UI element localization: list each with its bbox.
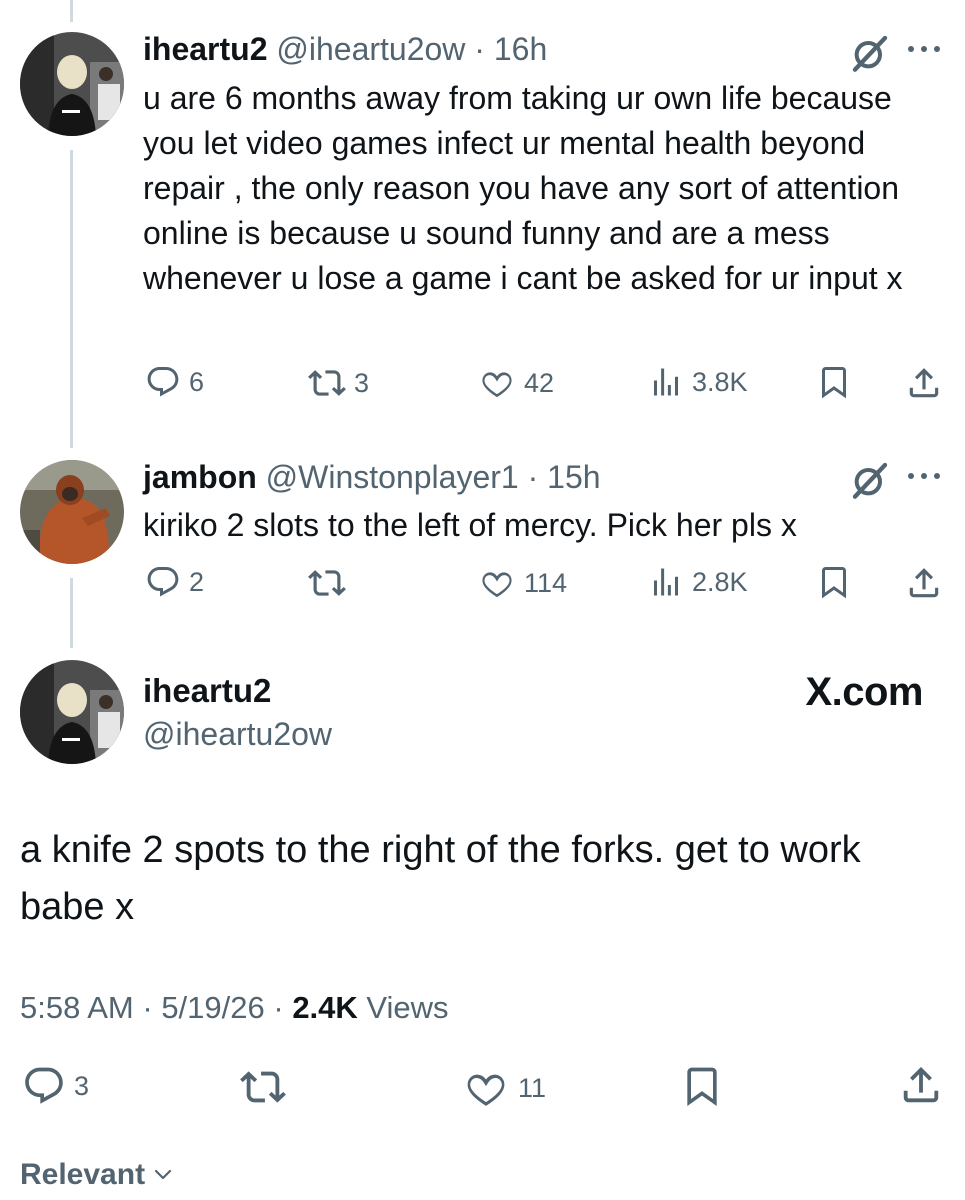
views-label: Views xyxy=(366,990,449,1025)
bookmark-button[interactable] xyxy=(680,1064,724,1108)
views-button[interactable]: 3.8K xyxy=(648,364,748,400)
separator-dot: · xyxy=(264,990,293,1025)
display-name[interactable]: iheartu2 xyxy=(143,672,271,710)
like-button[interactable]: 114 xyxy=(478,564,567,602)
reply-icon xyxy=(145,364,181,400)
thread-line-top xyxy=(70,0,73,22)
like-button[interactable]: 11 xyxy=(462,1064,546,1112)
bookmark-button[interactable] xyxy=(816,564,852,600)
bookmark-icon xyxy=(816,364,852,400)
repost-button[interactable]: 3 xyxy=(308,364,369,402)
more-icon[interactable] xyxy=(906,470,942,482)
views-button[interactable]: 2.8K xyxy=(648,564,748,600)
repost-button[interactable] xyxy=(240,1064,286,1110)
reply-count: 6 xyxy=(189,366,205,397)
views-count: 2.8K xyxy=(692,566,748,597)
brand-logo: X.com xyxy=(805,670,923,714)
post-time[interactable]: 5:58 AM xyxy=(20,990,134,1025)
separator-dot: · xyxy=(465,31,494,67)
like-count: 11 xyxy=(518,1072,547,1103)
thread-line-2 xyxy=(70,578,73,648)
grok-icon[interactable] xyxy=(850,460,890,500)
heart-icon xyxy=(478,364,516,402)
reply-header: iheartu2 @iheartu2ow · 16h xyxy=(143,30,547,68)
bookmark-icon xyxy=(816,564,852,600)
avatar[interactable] xyxy=(20,32,124,136)
share-button[interactable] xyxy=(905,564,943,602)
timestamp[interactable]: 16h xyxy=(494,31,547,67)
reply-count: 2 xyxy=(189,566,205,597)
repost-button[interactable] xyxy=(308,564,354,602)
share-button[interactable] xyxy=(898,1062,944,1108)
display-name[interactable]: iheartu2 xyxy=(143,31,267,67)
thread-line-1 xyxy=(70,150,73,448)
user-handle[interactable]: @Winstonplayer1 xyxy=(266,459,519,495)
display-name[interactable]: jambon xyxy=(143,459,257,495)
post-date[interactable]: 5/19/26 xyxy=(161,990,264,1025)
like-count: 114 xyxy=(524,567,568,598)
like-count: 42 xyxy=(524,367,555,398)
share-icon xyxy=(905,364,943,402)
reply-icon xyxy=(145,564,181,600)
reply-count: 3 xyxy=(74,1070,90,1101)
post-meta: 5:58 AM · 5/19/26 · 2.4K Views xyxy=(20,990,449,1026)
repost-icon xyxy=(308,564,346,602)
avatar[interactable] xyxy=(20,460,124,564)
sort-replies-dropdown[interactable]: Relevant xyxy=(20,1158,173,1192)
post-text: u are 6 months away from taking ur own l… xyxy=(143,80,903,296)
separator-dot: · xyxy=(133,990,162,1025)
chevron-down-icon xyxy=(154,1169,172,1180)
views-icon xyxy=(648,364,684,400)
avatar[interactable] xyxy=(20,660,124,764)
bookmark-button[interactable] xyxy=(816,364,852,400)
grok-icon[interactable] xyxy=(850,33,890,73)
share-button[interactable] xyxy=(905,364,943,402)
post-text: kiriko 2 slots to the left of mercy. Pic… xyxy=(143,507,797,543)
views-count: 3.8K xyxy=(692,366,748,397)
reply-button[interactable]: 6 xyxy=(145,364,204,400)
views-icon xyxy=(648,564,684,600)
share-icon xyxy=(905,564,943,602)
repost-icon xyxy=(240,1064,286,1110)
repost-count: 3 xyxy=(354,367,370,398)
reply-button[interactable]: 2 xyxy=(145,564,204,600)
user-handle[interactable]: @iheartu2ow xyxy=(276,31,465,67)
views-count: 2.4K xyxy=(292,990,358,1025)
post-text: a knife 2 spots to the right of the fork… xyxy=(20,829,861,928)
share-icon xyxy=(898,1062,944,1108)
sort-label: Relevant xyxy=(20,1158,146,1191)
reply-button[interactable]: 3 xyxy=(22,1064,89,1108)
more-icon[interactable] xyxy=(906,43,942,55)
heart-icon xyxy=(462,1064,510,1112)
repost-icon xyxy=(308,364,346,402)
like-button[interactable]: 42 xyxy=(478,364,554,402)
reply-icon xyxy=(22,1064,66,1108)
user-handle[interactable]: @iheartu2ow xyxy=(143,716,332,753)
timestamp[interactable]: 15h xyxy=(547,459,600,495)
reply-header: jambon @Winstonplayer1 · 15h xyxy=(143,458,601,496)
bookmark-icon xyxy=(680,1064,724,1108)
heart-icon xyxy=(478,564,516,602)
separator-dot: · xyxy=(518,459,548,495)
